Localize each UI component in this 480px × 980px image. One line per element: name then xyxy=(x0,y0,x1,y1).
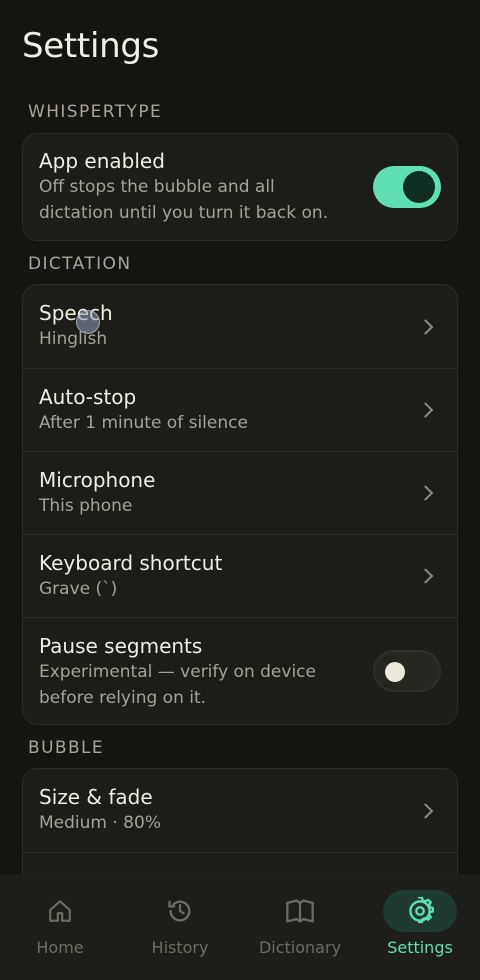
section-label-whispertype: WHISPERTYPE xyxy=(28,102,163,122)
microphone-subtitle: This phone xyxy=(39,496,133,516)
keyboard-shortcut-row[interactable]: Keyboard shortcut Grave (`) xyxy=(23,534,457,617)
bottom-navigation: Home History Dictionary Settings xyxy=(0,874,480,980)
speech-title: Speech xyxy=(39,301,113,325)
nav-label-settings: Settings xyxy=(387,938,453,957)
auto-stop-row[interactable]: Auto-stop After 1 minute of silence xyxy=(23,368,457,451)
nav-item-settings[interactable]: Settings xyxy=(360,874,480,980)
pause-segments-row[interactable]: Pause segments Experimental — verify on … xyxy=(23,617,457,724)
dictation-card: Speech Hinglish Auto-stop After 1 minute… xyxy=(22,284,458,725)
app-enabled-toggle[interactable] xyxy=(373,166,441,208)
whispertype-card: App enabled Off stops the bubble and all… xyxy=(22,133,458,241)
nav-item-dictionary[interactable]: Dictionary xyxy=(240,874,360,980)
nav-item-history[interactable]: History xyxy=(120,874,240,980)
toggle-knob xyxy=(403,171,435,203)
page-title: Settings xyxy=(22,26,160,66)
home-icon xyxy=(23,890,97,932)
gear-icon xyxy=(383,890,457,932)
microphone-title: Microphone xyxy=(39,468,156,492)
app-enabled-row[interactable]: App enabled Off stops the bubble and all… xyxy=(23,134,457,240)
toggle-knob xyxy=(385,662,405,682)
pause-segments-toggle[interactable] xyxy=(373,650,441,692)
size-fade-title: Size & fade xyxy=(39,785,153,809)
touch-indicator xyxy=(76,310,100,334)
book-icon xyxy=(263,890,337,932)
nav-label-home: Home xyxy=(36,938,84,957)
size-fade-row[interactable]: Size & fade Medium · 80% xyxy=(23,769,457,852)
size-fade-subtitle: Medium · 80% xyxy=(39,813,161,833)
keyboard-shortcut-subtitle: Grave (`) xyxy=(39,579,118,599)
auto-stop-title: Auto-stop xyxy=(39,385,137,409)
history-icon xyxy=(143,890,217,932)
section-label-dictation: DICTATION xyxy=(28,254,132,274)
nav-label-history: History xyxy=(151,938,209,957)
keyboard-shortcut-title: Keyboard shortcut xyxy=(39,551,223,575)
section-label-bubble: BUBBLE xyxy=(28,738,105,758)
nav-label-dictionary: Dictionary xyxy=(258,938,342,957)
nav-item-home[interactable]: Home xyxy=(0,874,120,980)
auto-stop-subtitle: After 1 minute of silence xyxy=(39,413,248,433)
speech-subtitle: Hinglish xyxy=(39,329,108,349)
microphone-row[interactable]: Microphone This phone xyxy=(23,451,457,534)
